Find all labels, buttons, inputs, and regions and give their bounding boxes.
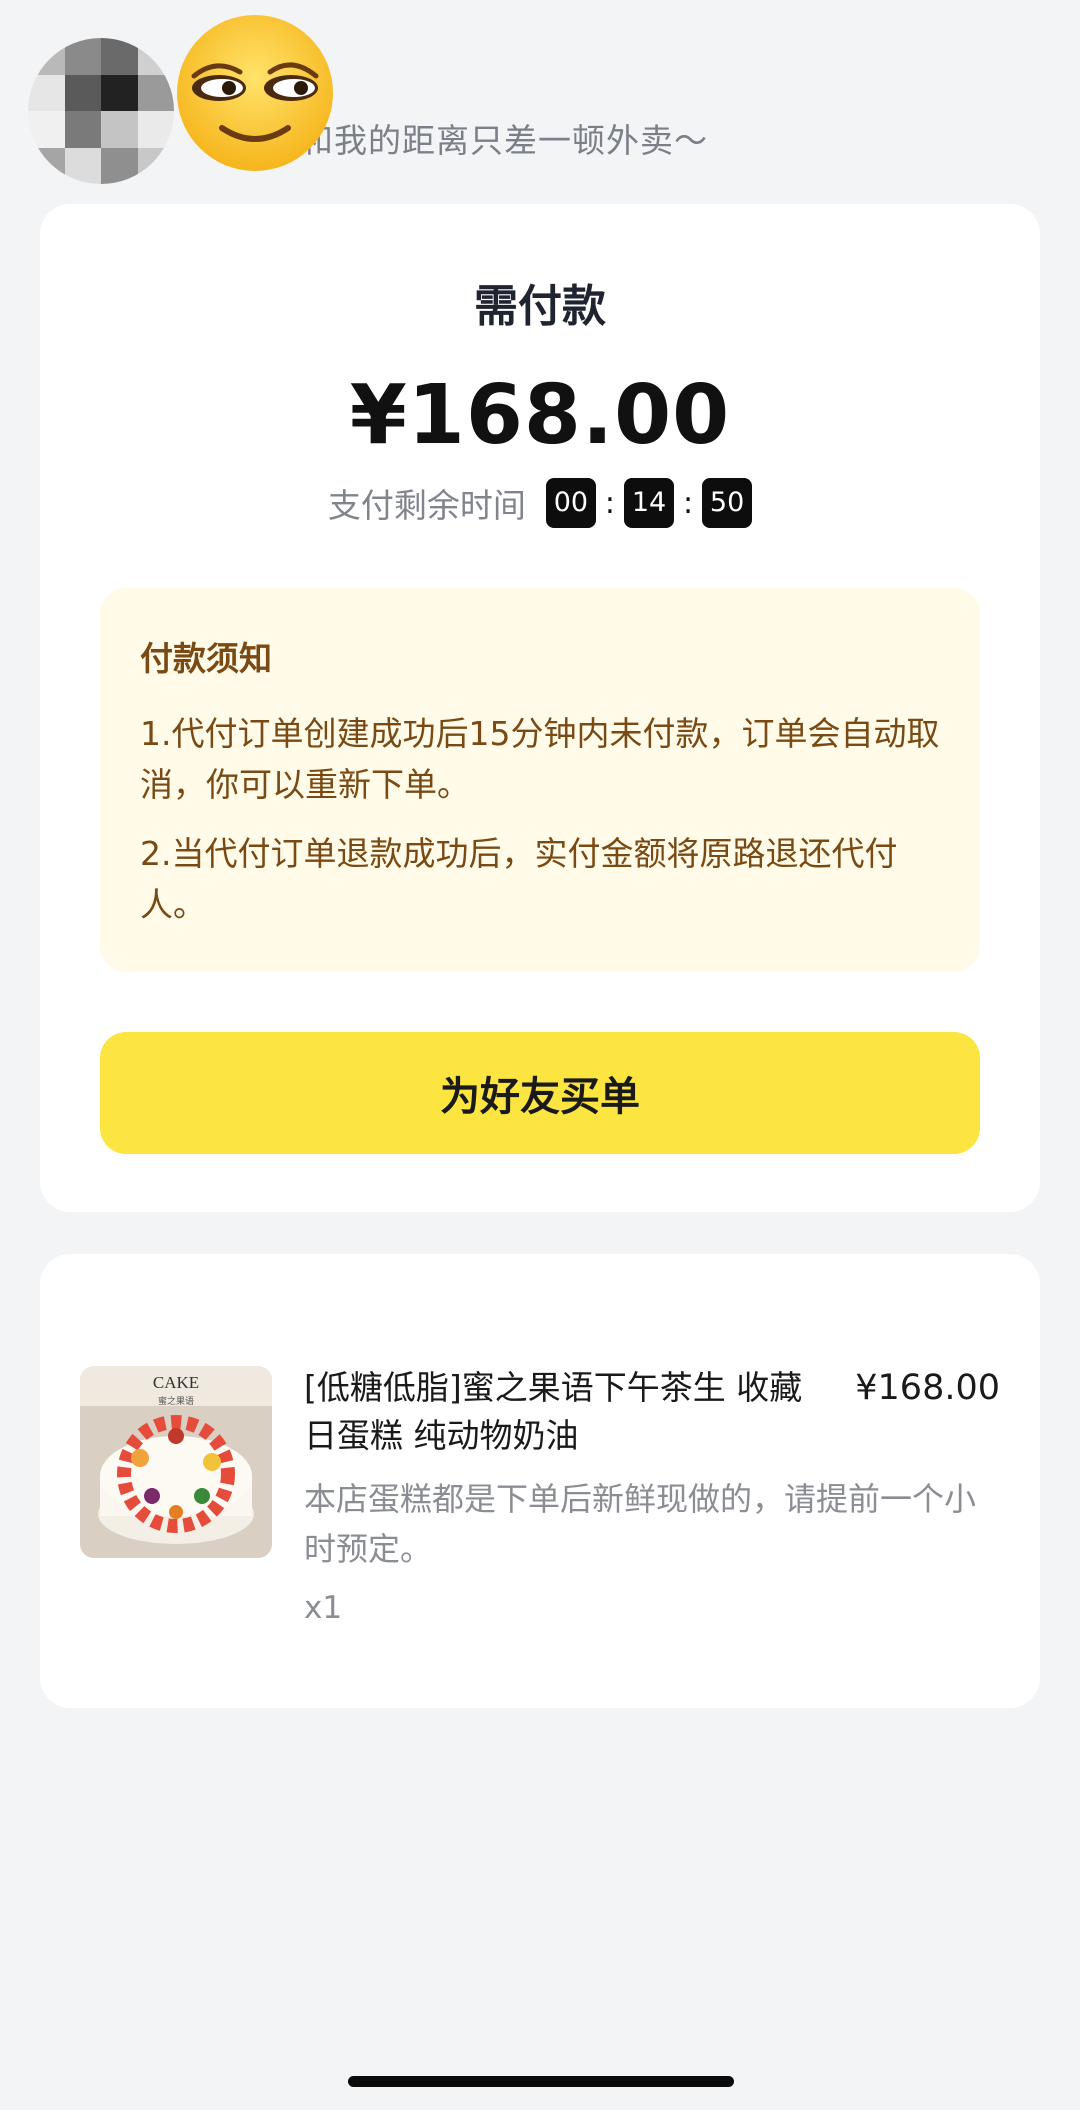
payment-notice: 付款须知 1.代付订单创建成功后15分钟内未付款，订单会自动取消，你可以重新下单…	[100, 588, 980, 972]
timer-minutes: 14	[624, 478, 674, 528]
product-description: 本店蛋糕都是下单后新鲜现做的，请提前一个小时预定。	[304, 1480, 977, 1568]
cake-image-icon: CAKE 蜜之果语	[80, 1366, 272, 1558]
timer-separator: :	[683, 485, 694, 521]
cake-image-subtitle: 蜜之果语	[158, 1395, 194, 1407]
order-card: CAKE 蜜之果语 [低糖低脂]蜜之果语下午茶生 收藏日蛋糕 纯动物奶油 ¥16…	[40, 1254, 1040, 1708]
timer-seconds: 50	[702, 478, 753, 528]
timer-label: 支付剩余时间	[327, 486, 526, 525]
header: 和我的距离只差一顿外卖～	[0, 0, 1080, 200]
product-quantity: x1	[304, 1590, 343, 1626]
notice-item: 1.代付订单创建成功后15分钟内未付款，订单会自动取消，你可以重新下单。	[140, 714, 940, 804]
smug-face-emoji-icon	[177, 15, 333, 171]
timer-separator: :	[604, 485, 615, 521]
pay-for-friend-button[interactable]: 为好友买单	[100, 1032, 980, 1154]
payment-timer: 支付剩余时间 00 : 14 : 50	[40, 478, 1040, 528]
payment-card: 需付款 ¥168.00 支付剩余时间 00 : 14 : 50 付款须知 1.代…	[40, 204, 1040, 1212]
timer-hours: 00	[545, 478, 596, 528]
avatar[interactable]	[28, 38, 174, 184]
cake-image-title: CAKE	[153, 1373, 199, 1392]
notice-title: 付款须知	[140, 639, 272, 678]
header-text: 和我的距离只差一顿外卖～	[300, 121, 708, 160]
payment-title: 需付款	[474, 281, 606, 332]
payment-amount: ¥168.00	[349, 368, 731, 463]
product-image[interactable]: CAKE 蜜之果语	[80, 1366, 272, 1558]
notice-item: 2.当代付订单退款成功后，实付金额将原路退还代付人。	[140, 834, 898, 924]
home-indicator[interactable]	[348, 2076, 734, 2087]
product-price: ¥168.00	[855, 1368, 1000, 1408]
product-name[interactable]: [低糖低脂]蜜之果语下午茶生 收藏日蛋糕 纯动物奶油	[304, 1364, 824, 1460]
